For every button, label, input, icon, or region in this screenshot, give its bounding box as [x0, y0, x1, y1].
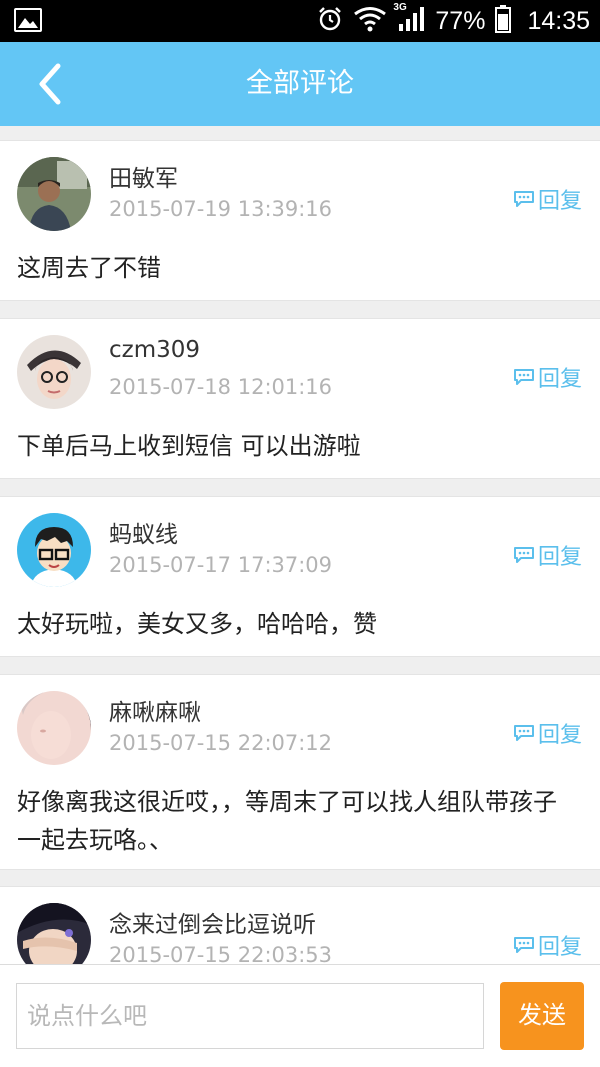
commenter-name: 田敏军 — [109, 166, 178, 192]
reply-label: 回复 — [537, 189, 582, 214]
reply-button[interactable]: 回复 — [513, 717, 582, 749]
reply-button[interactable]: 回复 — [513, 361, 582, 393]
chat-bubble-icon — [513, 725, 534, 741]
comment-item: 麻啾麻啾 2015-07-15 22:07:12 回复 好像离我这很近哎，，等周… — [0, 674, 600, 870]
reply-button[interactable]: 回复 — [513, 929, 582, 961]
avatar[interactable] — [17, 903, 91, 964]
avatar[interactable] — [17, 513, 91, 587]
chat-bubble-icon — [513, 937, 534, 953]
avatar[interactable] — [17, 691, 91, 765]
reply-label: 回复 — [537, 723, 582, 748]
reply-label: 回复 — [537, 545, 582, 570]
chat-bubble-icon — [513, 191, 534, 207]
signal-icon: 3G — [393, 2, 425, 36]
alarm-icon — [317, 6, 343, 36]
gallery-notification-icon — [14, 8, 42, 32]
comment-time: 2015-07-15 22:03:53 — [109, 943, 333, 964]
comment-time: 2015-07-17 17:37:09 — [109, 553, 333, 577]
commenter-name: 蚂蚁线 — [109, 522, 178, 548]
comment-text: 下单后马上收到短信 可以出游啦 — [17, 432, 361, 460]
comment-item: 蚂蚁线 2015-07-17 17:37:09 回复 太好玩啦，美女又多，哈哈哈… — [0, 496, 600, 657]
send-button[interactable]: 发送 — [500, 982, 584, 1050]
reply-button[interactable]: 回复 — [513, 539, 582, 571]
avatar[interactable] — [17, 335, 91, 409]
comment-list[interactable]: 田敏军 2015-07-19 13:39:16 回复 这周去了不错 czm309 — [0, 126, 600, 964]
comment-time: 2015-07-19 13:39:16 — [109, 197, 333, 221]
commenter-name: 念来过倒会比逗说听 — [109, 912, 316, 938]
comment-time: 2015-07-15 22:07:12 — [109, 731, 333, 755]
page-title: 全部评论 — [246, 68, 354, 99]
comment-time: 2015-07-18 12:01:16 — [109, 375, 333, 399]
comment-item: 田敏军 2015-07-19 13:39:16 回复 这周去了不错 — [0, 140, 600, 301]
reply-button[interactable]: 回复 — [513, 183, 582, 215]
chat-bubble-icon — [513, 547, 534, 563]
reply-label: 回复 — [537, 367, 582, 392]
comment-item: 念来过倒会比逗说听 2015-07-15 22:03:53 回复 — [0, 886, 600, 964]
avatar[interactable] — [17, 157, 91, 231]
comment-text: 好像离我这很近哎，，等周末了可以找人组队带孩子一起去玩咯。、 — [17, 788, 557, 854]
battery-percent: 77% — [435, 6, 486, 35]
network-type-label: 3G — [393, 2, 407, 13]
comment-text: 太好玩啦，美女又多，哈哈哈，赞 — [17, 610, 377, 638]
comment-input[interactable] — [16, 983, 484, 1049]
commenter-name: 麻啾麻啾 — [109, 700, 201, 726]
comment-composer: 发送 — [0, 964, 600, 1067]
reply-label: 回复 — [537, 935, 582, 960]
chat-bubble-icon — [513, 369, 534, 385]
wifi-icon — [353, 6, 387, 36]
comment-text: 这周去了不错 — [17, 254, 161, 282]
app-header: 全部评论 — [0, 42, 600, 126]
battery-icon — [495, 5, 512, 37]
status-bar: 3G 77% 14:35 — [0, 0, 600, 42]
clock: 14:35 — [527, 6, 590, 35]
comment-item: czm309 2015-07-18 12:01:16 回复 下单后马上收到短信 … — [0, 318, 600, 479]
commenter-name: czm309 — [109, 337, 201, 363]
